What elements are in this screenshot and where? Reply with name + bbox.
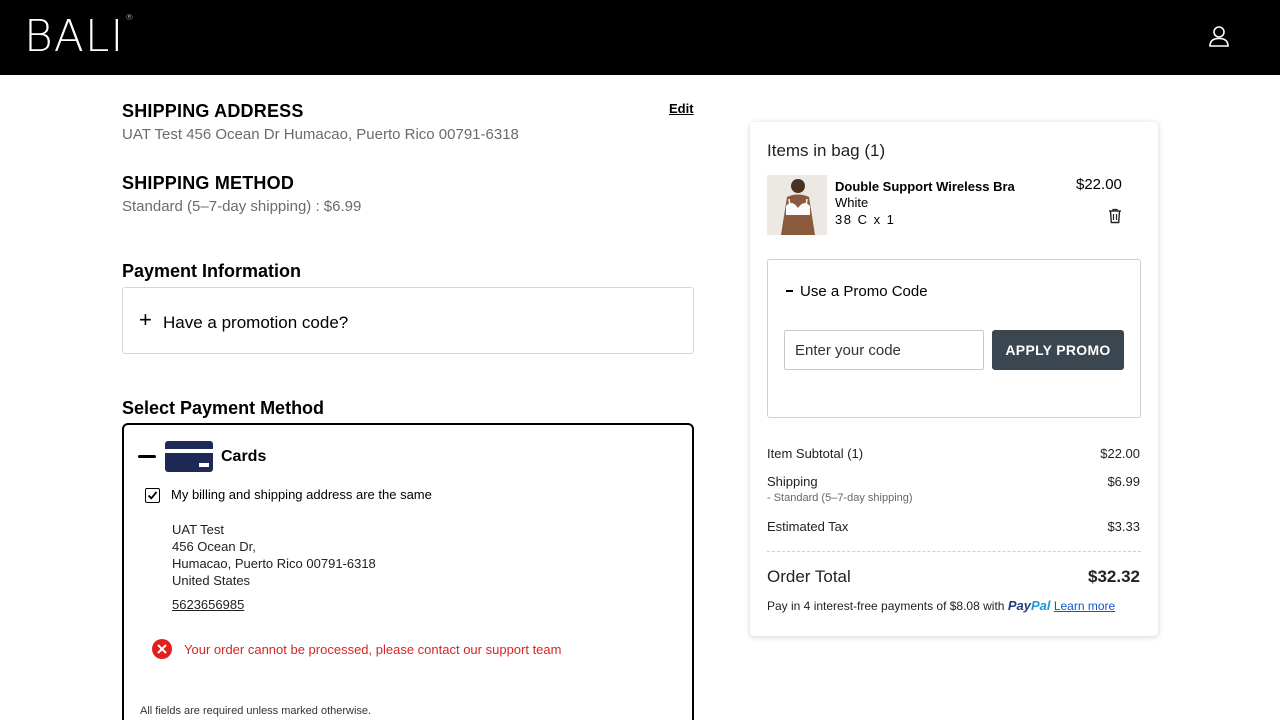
promotion-code-label: Have a promotion code? <box>163 313 349 332</box>
summary-divider <box>767 551 1141 552</box>
site-header: BALI ® <box>0 0 1280 75</box>
address-line: Humacao, Puerto Rico 00791-6318 <box>172 556 376 571</box>
error-message: Your order cannot be processed, please c… <box>184 642 562 657</box>
select-payment-method-title: Select Payment Method <box>122 398 325 418</box>
product-price: $22.00 <box>1076 176 1122 193</box>
trash-icon[interactable] <box>1108 208 1122 224</box>
shipping-address-title: SHIPPING ADDRESS <box>122 101 304 121</box>
checkmark-icon <box>147 491 158 500</box>
address-line: UAT Test <box>172 522 225 537</box>
product-name[interactable]: Double Support Wireless Bra <box>835 179 1015 194</box>
estimated-tax-label: Estimated Tax <box>767 519 849 534</box>
shipping-method-value: Standard (5–7-day shipping) : $6.99 <box>122 198 362 215</box>
use-promo-code-label[interactable]: Use a Promo Code <box>800 283 928 300</box>
estimated-tax-value: $3.33 <box>1107 519 1140 534</box>
collapse-icon[interactable] <box>786 290 793 292</box>
logo-registered-mark: ® <box>125 13 135 22</box>
product-color: White <box>835 195 869 210</box>
items-in-bag-title: Items in bag (1) <box>767 141 886 160</box>
billing-same-label[interactable]: My billing and shipping address are the … <box>171 487 432 502</box>
cards-option-label[interactable]: Cards <box>221 448 266 466</box>
item-subtotal-label: Item Subtotal (1) <box>767 446 864 461</box>
collapse-icon[interactable] <box>138 455 156 458</box>
paypal-logo: PayPal <box>1007 598 1051 613</box>
paypal-installments-text: Pay in 4 interest-free payments of $8.08… <box>767 599 1005 613</box>
item-subtotal-value: $22.00 <box>1100 446 1140 461</box>
order-total-value: $32.32 <box>1088 567 1140 586</box>
phone-link[interactable]: 5623656985 <box>172 597 244 612</box>
plus-icon: + <box>139 307 152 332</box>
shipping-label: Shipping <box>767 474 818 489</box>
error-icon <box>152 639 172 659</box>
payment-information-title: Payment Information <box>122 261 302 281</box>
credit-card-icon <box>165 441 213 472</box>
shipping-value: $6.99 <box>1107 474 1140 489</box>
logo-text: BALI <box>24 11 125 62</box>
promotion-code-toggle[interactable]: + Have a promotion code? <box>122 287 694 354</box>
bali-logo[interactable]: BALI ® <box>24 11 133 62</box>
address-line: 456 Ocean Dr, <box>172 539 256 554</box>
address-line: United States <box>172 573 251 588</box>
promo-code-input[interactable] <box>784 330 984 370</box>
apply-promo-button[interactable]: APPLY PROMO <box>992 330 1124 370</box>
shipping-method-title: SHIPPING METHOD <box>122 173 295 193</box>
user-icon[interactable] <box>1206 23 1232 49</box>
learn-more-link[interactable]: Learn more <box>1054 599 1115 613</box>
product-size-qty: 38 C x 1 <box>835 212 896 227</box>
billing-same-checkbox[interactable] <box>145 488 160 503</box>
required-fields-note: All fields are required unless marked ot… <box>140 705 372 717</box>
billing-address: UAT Test 456 Ocean Dr, Humacao, Puerto R… <box>172 521 376 589</box>
shipping-note: - Standard (5–7-day shipping) <box>767 492 913 504</box>
edit-shipping-link[interactable]: Edit <box>669 101 694 116</box>
paypal-installments: Pay in 4 interest-free payments of $8.08… <box>767 598 1115 613</box>
order-total-label: Order Total <box>767 567 851 586</box>
product-thumbnail[interactable] <box>767 175 827 235</box>
shipping-address-value: UAT Test 456 Ocean Dr Humacao, Puerto Ri… <box>122 126 519 143</box>
